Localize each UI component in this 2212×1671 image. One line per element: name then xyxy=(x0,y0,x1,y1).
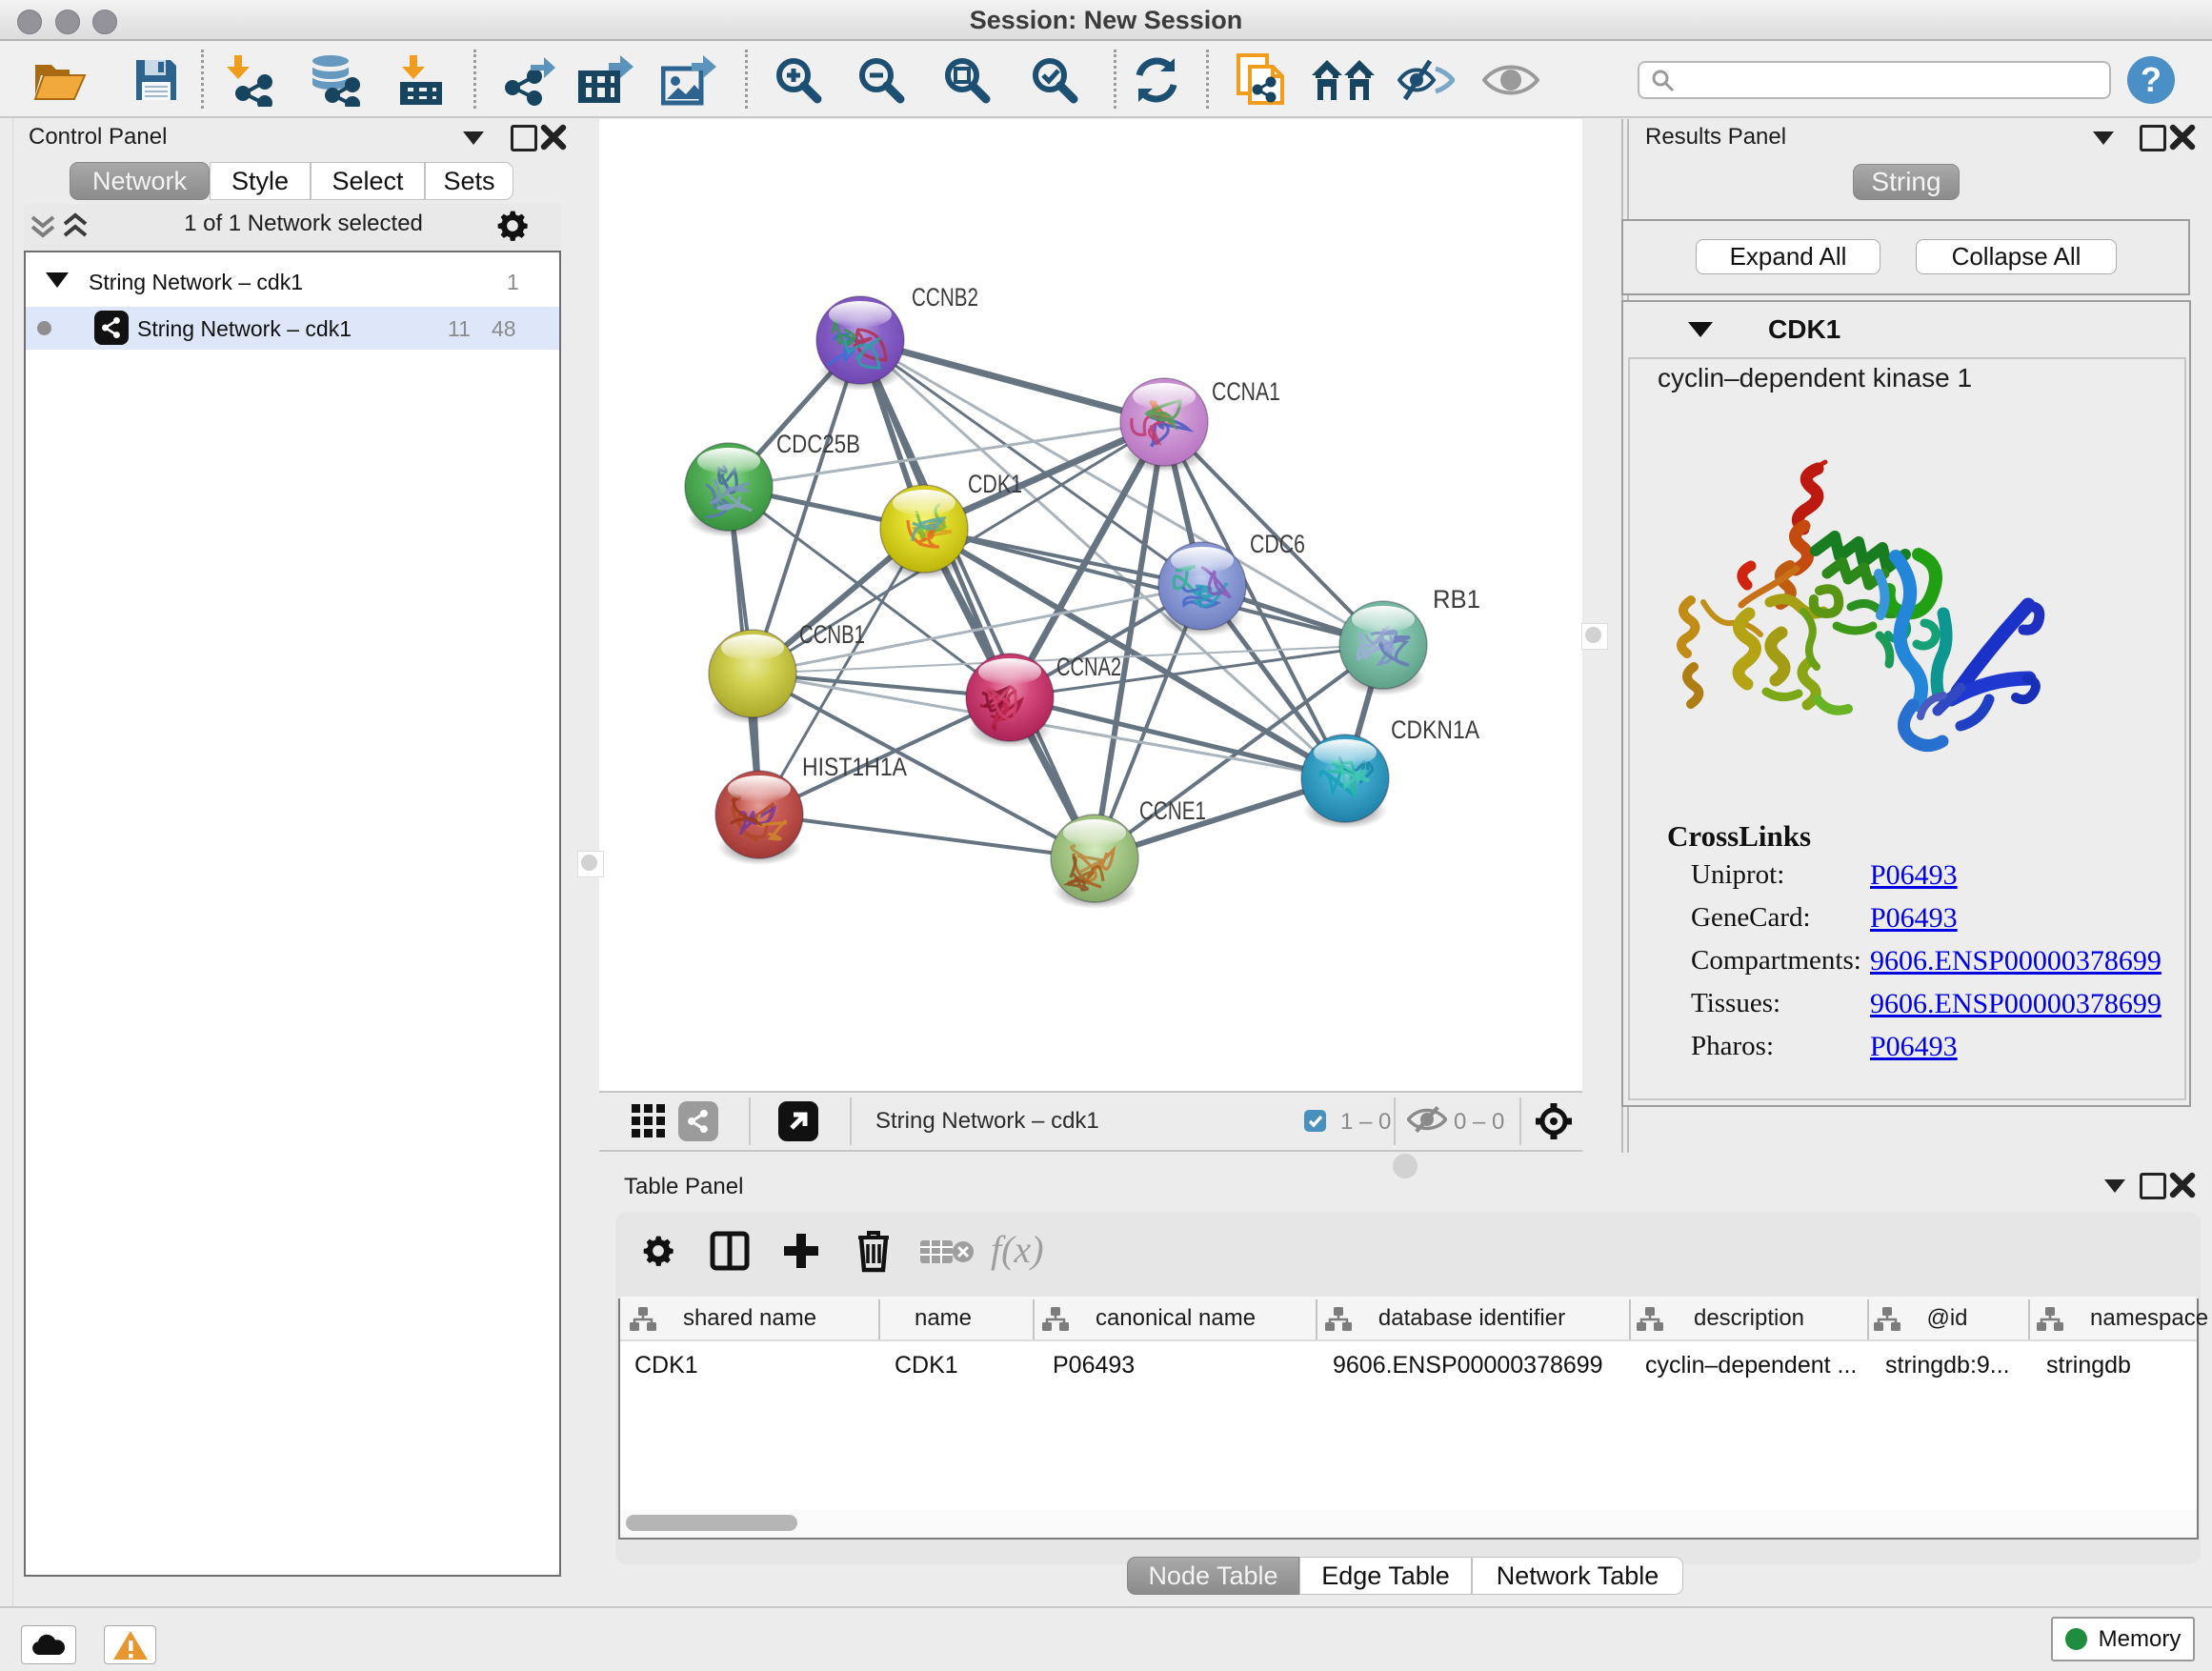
svg-text:CCNB2: CCNB2 xyxy=(912,283,978,312)
svg-text:CCNB1: CCNB1 xyxy=(799,620,865,649)
svg-text:CDC25B: CDC25B xyxy=(776,430,860,458)
svg-text:CCNA1: CCNA1 xyxy=(1212,377,1280,406)
svg-text:CCNA2: CCNA2 xyxy=(1056,653,1121,681)
svg-text:RB1: RB1 xyxy=(1433,585,1480,614)
svg-text:CDK1: CDK1 xyxy=(968,470,1022,498)
svg-text:CCNE1: CCNE1 xyxy=(1139,796,1206,825)
svg-text:HIST1H1A: HIST1H1A xyxy=(802,753,907,781)
svg-text:CDC6: CDC6 xyxy=(1250,530,1305,558)
svg-text:CDKN1A: CDKN1A xyxy=(1391,715,1479,744)
